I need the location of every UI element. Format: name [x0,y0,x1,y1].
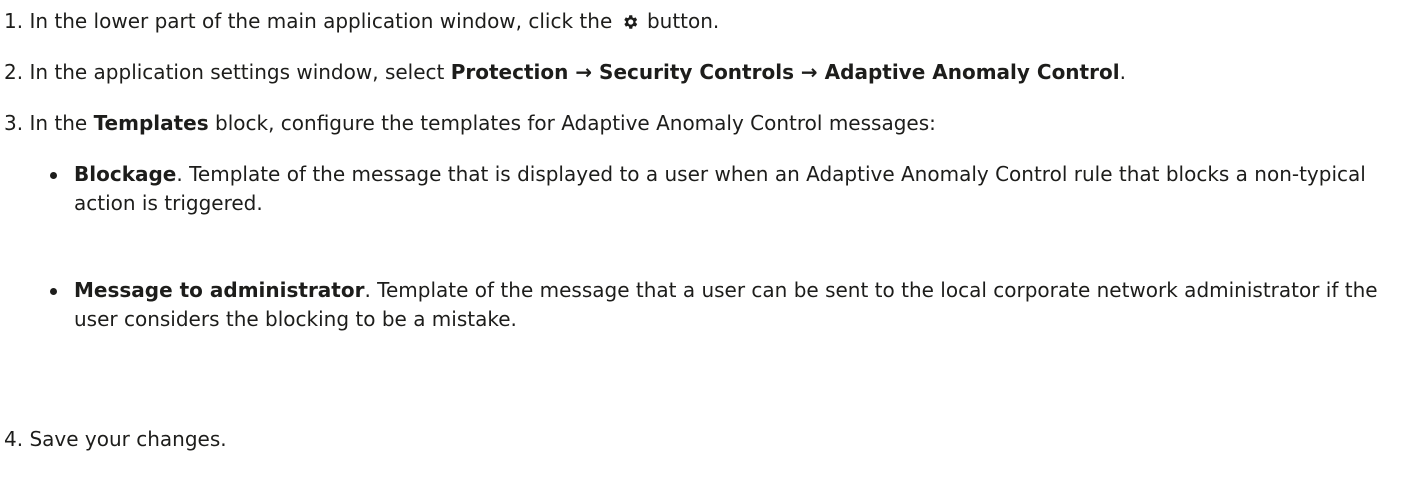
bullet-dot [50,172,57,179]
path-arrow-2: → [793,60,825,84]
path-arrow-1: → [568,60,600,84]
step-4: 4. Save your changes. [4,425,227,454]
menu-path-security-controls: Security Controls [599,60,794,84]
step-3: 3. In the Templates block, configure the… [4,109,936,138]
step-3-text-after: block, configure the templates for Adapt… [208,111,936,135]
step-1-text-after: button. [640,9,720,33]
step-2-text-before: 2. In the application settings window, s… [4,60,451,84]
menu-path-adaptive-anomaly-control: Adaptive Anomaly Control [824,60,1120,84]
gear-icon [623,15,637,29]
step-2-text-after: . [1119,60,1126,84]
bullet-message-to-administrator: Message to administrator. Template of th… [50,276,1380,334]
bullet-dot [50,288,57,295]
templates-block-name: Templates [93,111,209,135]
step-3-text-before: 3. In the [4,111,94,135]
step-4-text: 4. Save your changes. [4,427,227,451]
bullet-title: Blockage [74,162,177,186]
bullet-text: Blockage. Template of the message that i… [74,160,1380,218]
bullet-description: . Template of the message that is displa… [74,162,1366,215]
bullet-blockage: Blockage. Template of the message that i… [50,160,1380,218]
step-2: 2. In the application settings window, s… [4,58,1126,87]
menu-path-protection: Protection [450,60,569,84]
step-1: 1. In the lower part of the main applica… [4,7,719,36]
bullet-text: Message to administrator. Template of th… [74,276,1380,334]
bullet-title: Message to administrator [74,278,365,302]
step-1-text-before: 1. In the lower part of the main applica… [4,9,619,33]
